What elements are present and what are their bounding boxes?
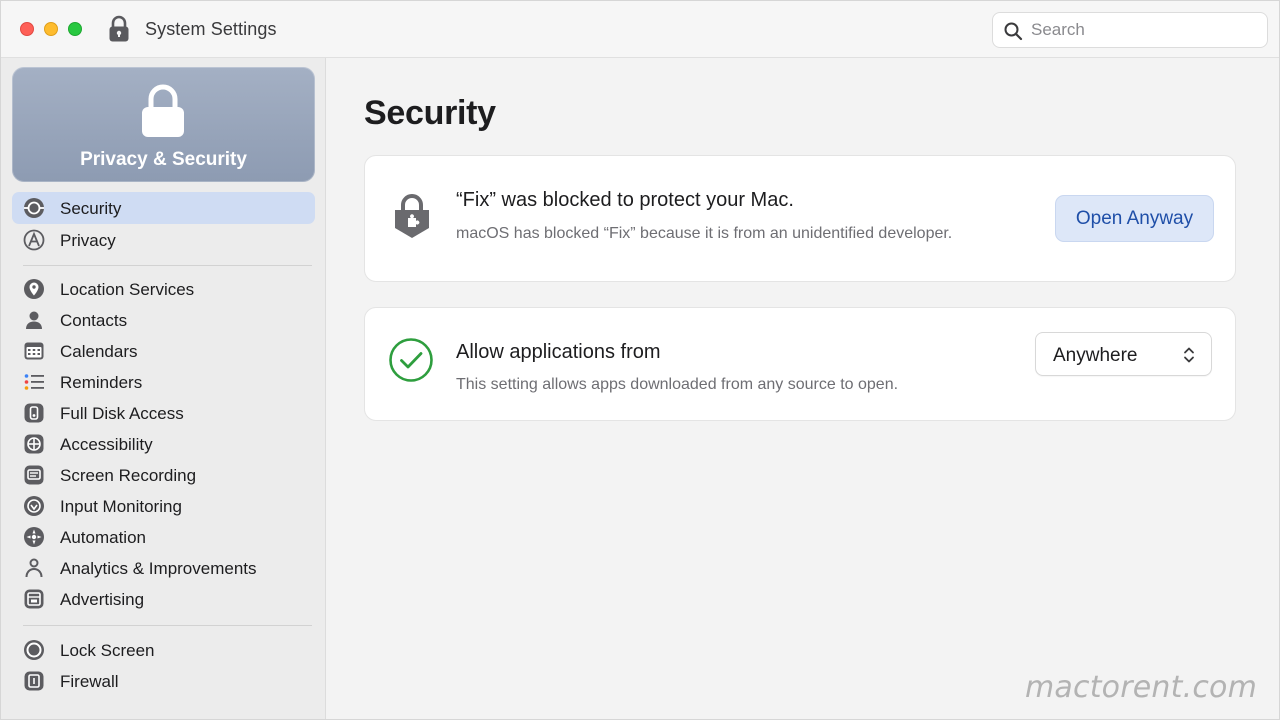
sidebar-item-label: Security (60, 199, 122, 218)
allow-applications-card: Allow applications from This setting all… (364, 307, 1236, 421)
sidebar-item-location-services[interactable]: Location Services (12, 273, 315, 305)
select-value: Anywhere (1053, 345, 1138, 366)
title-bar: System Settings (1, 1, 1279, 58)
sidebar-item-label: Contacts (60, 311, 128, 330)
automation-icon (24, 527, 44, 547)
sidebar-item-calendars[interactable]: Calendars (12, 335, 315, 367)
page-title: Security (364, 94, 496, 132)
allow-title: Allow applications from (456, 341, 661, 363)
sidebar-item-automation[interactable]: Automation (12, 521, 315, 553)
sidebar-divider (23, 625, 312, 626)
sidebar-item-label: Automation (60, 528, 146, 547)
sidebar-item-label: Advertising (60, 590, 145, 609)
firewall-icon (24, 671, 44, 691)
open-anyway-button[interactable]: Open Anyway (1055, 195, 1214, 242)
sidebar-item-label: Reminders (60, 373, 143, 392)
sidebar-header-title: Privacy & Security (80, 149, 247, 170)
location-icon (24, 279, 44, 299)
allow-from-select[interactable]: Anywhere (1035, 332, 1212, 376)
calendar-icon (24, 342, 44, 360)
watermark: mactorent.com (1025, 670, 1257, 705)
blocked-lock-icon (395, 194, 429, 238)
reminders-icon (24, 374, 44, 390)
zoom-window-button[interactable] (68, 22, 82, 36)
settings-window: System Settings Privacy & Security (0, 0, 1280, 720)
advertising-icon (24, 589, 44, 609)
analytics-icon (25, 558, 43, 578)
blocked-title: “Fix” was blocked to protect your Mac. (456, 189, 794, 211)
window-title: System Settings (145, 19, 277, 39)
sidebar: Privacy & Security Security Privacy Loca… (1, 58, 326, 719)
input-monitoring-icon (24, 496, 44, 516)
screen-recording-icon (24, 465, 44, 485)
sidebar-item-label: Accessibility (60, 435, 153, 454)
close-window-button[interactable] (20, 22, 34, 36)
disk-icon (24, 403, 44, 423)
sidebar-item-security[interactable]: Security (12, 192, 315, 224)
sidebar-item-privacy[interactable]: Privacy (12, 224, 315, 256)
sidebar-item-label: Analytics & Improvements (60, 559, 257, 578)
minimize-window-button[interactable] (44, 22, 58, 36)
sidebar-item-full-disk-access[interactable]: Full Disk Access (12, 397, 315, 429)
sidebar-item-label: Calendars (60, 342, 138, 361)
sidebar-item-advertising[interactable]: Advertising (12, 583, 315, 615)
checkmark-circle-icon (389, 338, 433, 382)
sidebar-item-accessibility[interactable]: Accessibility (12, 428, 315, 460)
sidebar-item-firewall[interactable]: Firewall (12, 665, 315, 697)
sidebar-item-screen-recording[interactable]: Screen Recording (12, 459, 315, 491)
sidebar-item-label: Full Disk Access (60, 404, 184, 423)
sidebar-item-input-monitoring[interactable]: Input Monitoring (12, 490, 315, 522)
sidebar-item-reminders[interactable]: Reminders (12, 366, 315, 398)
lock-screen-icon (24, 640, 44, 660)
sidebar-item-label: Input Monitoring (60, 497, 182, 516)
lock-icon (109, 15, 129, 42)
sidebar-item-lock-screen[interactable]: Lock Screen (12, 634, 315, 666)
sidebar-item-contacts[interactable]: Contacts (12, 304, 315, 336)
sidebar-item-label: Screen Recording (60, 466, 197, 485)
blocked-app-card: “Fix” was blocked to protect your Mac. m… (364, 155, 1236, 282)
chevron-up-down-icon (1184, 347, 1194, 363)
sidebar-item-label: Firewall (60, 672, 119, 691)
search-field[interactable] (992, 12, 1268, 48)
lock-icon (142, 84, 184, 137)
blocked-subtitle: macOS has blocked “Fix” because it is fr… (456, 225, 953, 242)
search-input[interactable] (1031, 13, 1261, 47)
contacts-icon (26, 311, 42, 329)
sidebar-item-analytics[interactable]: Analytics & Improvements (12, 552, 315, 584)
search-icon (1004, 22, 1023, 41)
sidebar-item-label: Lock Screen (60, 641, 155, 660)
accessibility-icon (24, 434, 44, 454)
main-content: Security “Fix” was blocked to protect yo… (327, 58, 1279, 719)
privacy-security-header: Privacy & Security (12, 67, 315, 182)
sidebar-divider (23, 265, 312, 266)
sidebar-item-label: Privacy (60, 231, 116, 250)
allow-subtitle: This setting allows apps downloaded from… (456, 376, 899, 393)
security-icon (24, 198, 44, 218)
sidebar-item-label: Location Services (60, 280, 195, 299)
privacy-icon (23, 229, 45, 251)
